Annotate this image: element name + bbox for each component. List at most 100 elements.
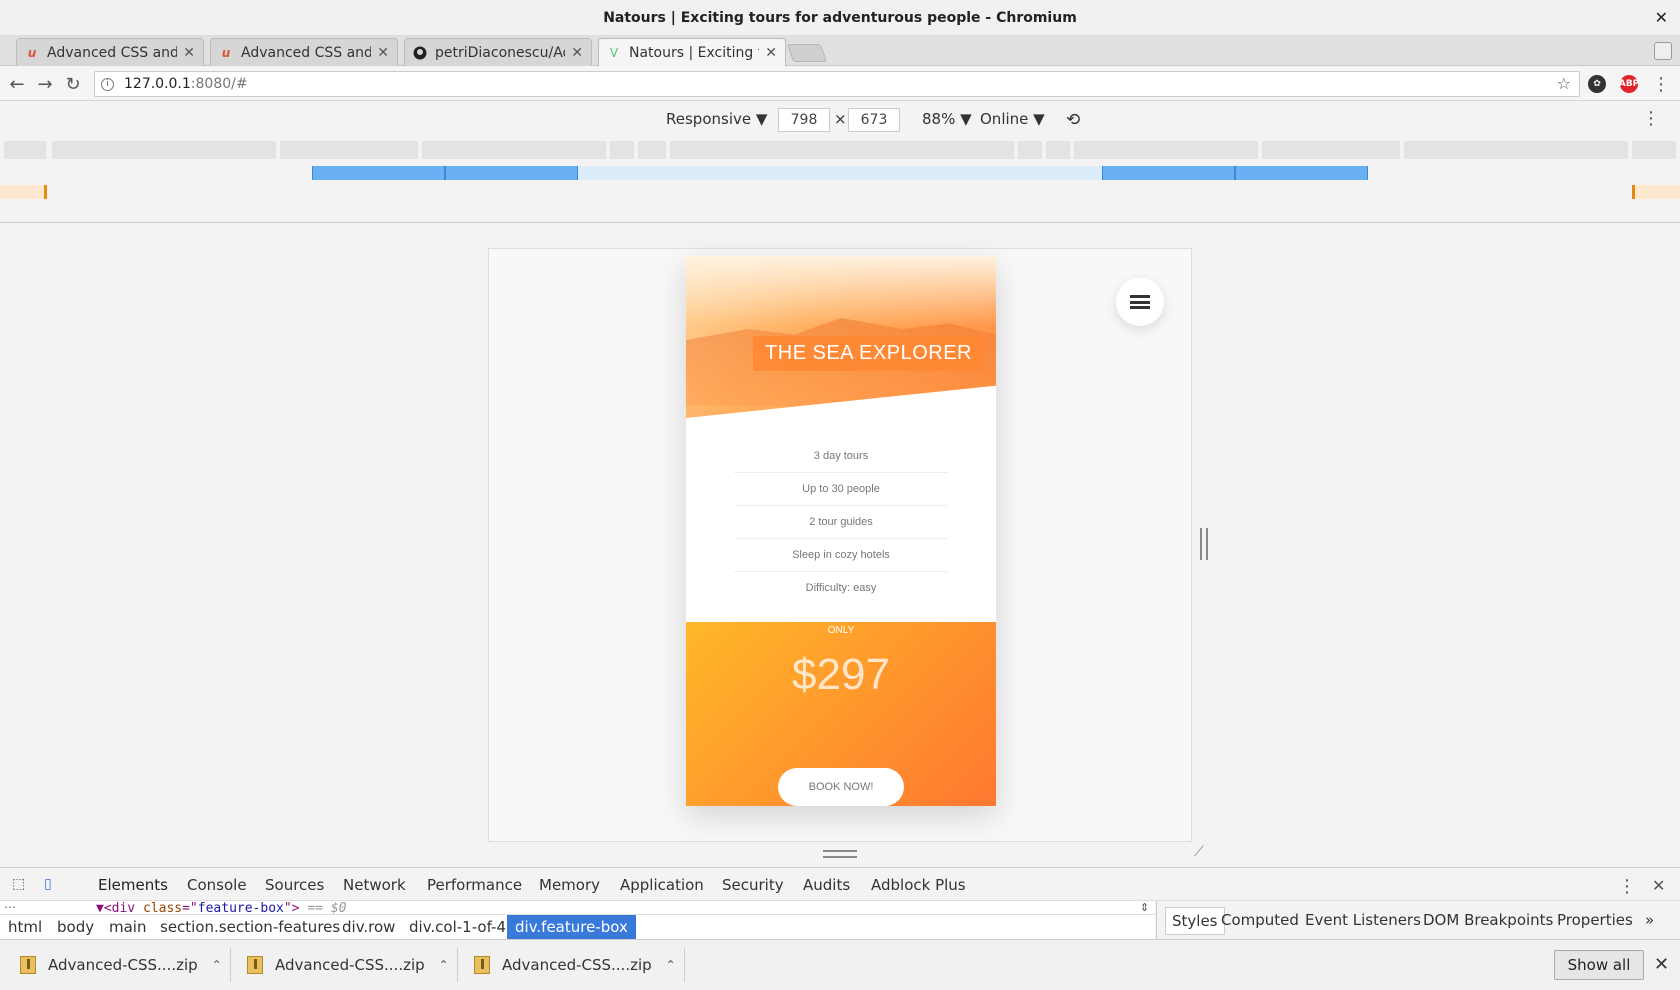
breadcrumb-item[interactable]: div.col-1-of-4 [409, 918, 506, 936]
resize-handle-corner[interactable]: ⟋ [1194, 844, 1204, 860]
tab-close-icon[interactable]: ✕ [377, 45, 389, 61]
mq-segment[interactable] [1074, 141, 1258, 159]
zoom-select[interactable]: 88% ▼ [922, 110, 972, 128]
devtools-tab-application[interactable]: Application [620, 876, 704, 894]
forward-arrow-icon[interactable]: → [34, 73, 56, 95]
device-toolbar-toggle-icon[interactable]: ▯ [44, 876, 62, 894]
book-now-button[interactable]: BOOK NOW! [778, 768, 904, 806]
devtools-tab-security[interactable]: Security [722, 876, 784, 894]
devtools-menu-icon[interactable]: ⋮ [1618, 876, 1636, 897]
tab-strip: u Advanced CSS and S ✕ u Advanced CSS an… [0, 36, 1680, 66]
breadcrumb-item[interactable]: main [109, 918, 146, 936]
zip-file-icon [20, 956, 36, 974]
tab-close-icon[interactable]: ✕ [183, 45, 195, 61]
devtools-tab-console[interactable]: Console [187, 876, 247, 894]
mq-segment[interactable] [4, 141, 46, 159]
mq-segment[interactable] [638, 141, 666, 159]
new-tab-button[interactable] [786, 44, 828, 62]
tab-label: Advanced CSS and S [47, 44, 178, 61]
bookmark-star-icon[interactable]: ☆ [1557, 74, 1571, 93]
breadcrumb-item[interactable]: body [57, 918, 94, 936]
devtools-tab-sources[interactable]: Sources [265, 876, 324, 894]
url-host: 127.0.0.1 [124, 76, 191, 92]
mq-segment[interactable] [1632, 141, 1676, 159]
zip-file-icon [247, 956, 263, 974]
mq-segment[interactable] [670, 141, 1014, 159]
sidebar-tab-properties[interactable]: Properties [1557, 911, 1633, 929]
breadcrumb-item[interactable]: html [8, 918, 42, 936]
mq-max-width-segment[interactable] [445, 166, 578, 180]
breadcrumb-item[interactable]: section.section-features [160, 918, 340, 936]
downloads-close-icon[interactable]: ✕ [1654, 954, 1669, 975]
mq-segment[interactable] [1262, 141, 1400, 159]
site-info-icon[interactable]: i [101, 77, 114, 91]
device-toolbar-more-icon[interactable]: ⋮ [1642, 108, 1660, 129]
tab-label: Natours | Exciting to [629, 44, 760, 61]
inspect-element-icon[interactable]: ⬚ [12, 876, 30, 894]
mq-segment[interactable] [422, 141, 606, 159]
adblock-plus-icon[interactable]: ABP [1619, 75, 1639, 93]
back-arrow-icon[interactable]: ← [6, 73, 28, 95]
mq-max-width-segment[interactable] [1235, 166, 1368, 180]
mq-max-width-segment[interactable] [1102, 166, 1235, 180]
styles-sidebar-tabs: Styles Computed Event Listeners DOM Brea… [1156, 901, 1680, 939]
mq-max-width-segment[interactable] [312, 166, 445, 180]
navigation-menu-button[interactable] [1116, 278, 1164, 326]
chevron-up-icon[interactable]: ⌃ [212, 958, 222, 972]
mq-segment[interactable] [280, 141, 418, 159]
mq-segment[interactable] [610, 141, 634, 159]
chevron-up-icon[interactable]: ⌃ [666, 958, 676, 972]
devtools-close-icon[interactable]: ✕ [1652, 876, 1670, 895]
extension-icon[interactable]: ✿ [1588, 75, 1606, 93]
browser-tab-1[interactable]: u Advanced CSS and S ✕ [16, 38, 204, 66]
window-close-icon[interactable]: ✕ [1655, 8, 1668, 27]
sidebar-more-tabs-icon[interactable]: » [1645, 911, 1654, 929]
sidebar-tab-event-listeners[interactable]: Event Listeners [1305, 911, 1421, 929]
rotate-icon[interactable]: ⟲ [1066, 110, 1080, 130]
browser-menu-icon[interactable]: ⋮ [1650, 73, 1672, 95]
device-select[interactable]: Responsive ▼ [666, 110, 767, 128]
card-detail-item: Up to 30 people [734, 473, 948, 506]
sidebar-tab-computed[interactable]: Computed [1221, 911, 1299, 929]
mq-active-range [578, 166, 1102, 180]
breadcrumb-item-selected[interactable]: div.feature-box [507, 915, 636, 939]
mq-segment[interactable] [1404, 141, 1628, 159]
tab-close-icon[interactable]: ✕ [765, 45, 777, 61]
address-bar[interactable]: i 127.0.0.1:8080/# ☆ [94, 71, 1580, 97]
profile-icon[interactable] [1654, 42, 1672, 60]
mq-segment[interactable] [52, 141, 276, 159]
mq-segment[interactable] [1018, 141, 1042, 159]
browser-tab-4[interactable]: ᐯ Natours | Exciting to ✕ [598, 38, 786, 66]
download-item[interactable]: Advanced-CSS....zip ⌃ [474, 952, 676, 978]
devtools-tab-network[interactable]: Network [343, 876, 406, 894]
devtools-tab-audits[interactable]: Audits [803, 876, 850, 894]
devtools-tab-adblock-plus[interactable]: Adblock Plus [871, 876, 966, 894]
download-item[interactable]: Advanced-CSS....zip ⌃ [20, 952, 222, 978]
download-item[interactable]: Advanced-CSS....zip ⌃ [247, 952, 449, 978]
scroll-arrows-icon[interactable]: ⇕ [1140, 901, 1149, 914]
devtools-tab-memory[interactable]: Memory [539, 876, 600, 894]
sidebar-tab-dom-breakpoints[interactable]: DOM Breakpoints [1423, 911, 1553, 929]
viewport-width-input[interactable]: 798 [778, 108, 830, 132]
mq-segment[interactable] [1046, 141, 1070, 159]
network-throttle-select[interactable]: Online ▼ [980, 110, 1045, 128]
reload-icon[interactable]: ↻ [62, 73, 84, 95]
devtools-tab-elements[interactable]: Elements [92, 876, 174, 906]
browser-tab-2[interactable]: u Advanced CSS and S ✕ [210, 38, 398, 66]
viewport-height-input[interactable]: 673 [848, 108, 900, 132]
download-separator [230, 948, 231, 982]
download-separator [684, 948, 685, 982]
devtools-tab-performance[interactable]: Performance [427, 876, 522, 894]
mq-min-width-segment[interactable] [1634, 185, 1680, 199]
sidebar-tab-styles[interactable]: Styles [1165, 907, 1225, 935]
mq-min-width-marker [44, 185, 47, 199]
resize-handle-right[interactable] [1200, 528, 1208, 560]
show-all-downloads-button[interactable]: Show all [1554, 950, 1644, 980]
tab-close-icon[interactable]: ✕ [571, 45, 583, 61]
browser-tab-3[interactable]: petriDiaconescu/Adv ✕ [404, 38, 592, 66]
breadcrumb-item[interactable]: div.row [342, 918, 395, 936]
mq-min-width-segment[interactable] [0, 185, 46, 199]
chevron-up-icon[interactable]: ⌃ [439, 958, 449, 972]
resize-handle-bottom[interactable] [823, 850, 857, 858]
ellipsis-icon[interactable]: … [4, 897, 16, 911]
